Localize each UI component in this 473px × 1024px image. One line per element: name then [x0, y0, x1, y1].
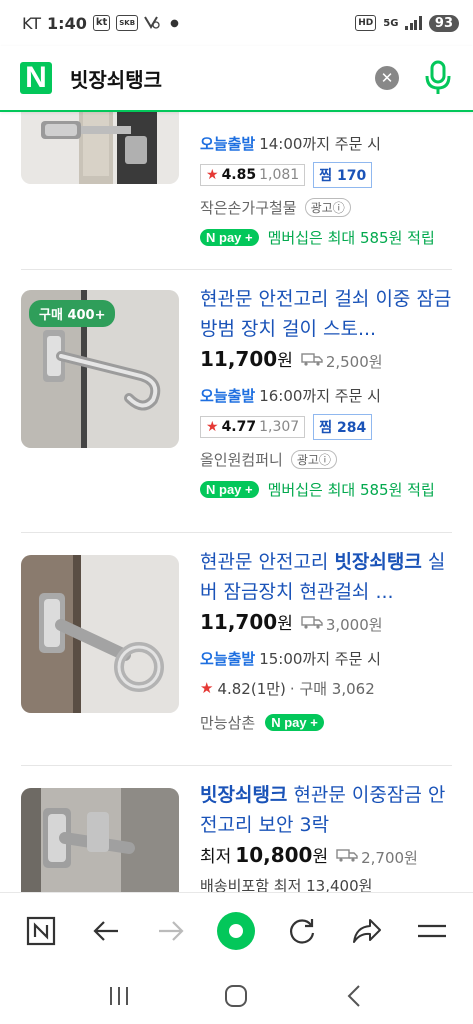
star-icon: ★	[206, 167, 219, 183]
zzim-count[interactable]: 찜 284	[313, 414, 373, 440]
npay-plus-icon: N pay +	[200, 480, 259, 498]
product-image[interactable]	[21, 555, 179, 713]
product-list[interactable]: 오늘출발 14:00까지 주문 시 ★ 4.85 1,081 찜 170 작은손가구철…	[0, 112, 473, 892]
truck-icon	[336, 848, 358, 866]
seller-name[interactable]: 작은손가구철물	[200, 197, 297, 218]
shipping-fee: 2,700원	[336, 847, 418, 868]
voice-search-button[interactable]	[423, 60, 453, 96]
product-image[interactable]	[21, 788, 179, 892]
divider	[21, 765, 452, 766]
truck-icon	[301, 352, 323, 370]
green-dot-icon	[217, 911, 256, 950]
battery-level: 93	[428, 14, 459, 32]
back-nav-icon	[347, 985, 360, 1007]
divider	[21, 532, 452, 533]
rating-badge[interactable]: ★ 4.85 1,081	[200, 164, 306, 186]
green-dot-button[interactable]	[216, 911, 256, 951]
product-title[interactable]: 현관문 안전고리 걸쇠 이중 잠금 방범 장치 걸이 스토...	[200, 284, 462, 344]
home-nav-button[interactable]	[216, 976, 256, 1016]
product-image[interactable]	[21, 112, 179, 184]
refresh-button[interactable]	[282, 911, 322, 951]
purchase-count: · 구매 3,062	[289, 679, 375, 698]
today-ship-label: 오늘출발	[200, 134, 256, 153]
seller-name[interactable]: 올인원컴퍼니	[200, 449, 283, 470]
product-price: 11,700원	[200, 347, 293, 371]
recent-apps-icon	[109, 987, 128, 1005]
today-ship-label: 오늘출발	[200, 386, 256, 405]
network-type: 5G	[383, 17, 399, 29]
shipping-fee: 3,000원	[301, 614, 383, 635]
menu-icon	[418, 924, 447, 937]
npay-plus-icon: N pay +	[200, 228, 259, 246]
forward-icon	[159, 920, 184, 941]
product-price: 최저 10,800원	[200, 843, 329, 867]
skb-app-icon: SKB	[116, 15, 139, 31]
ad-label[interactable]: 광고ⓘ	[290, 449, 337, 469]
close-icon: ✕	[380, 69, 394, 87]
volte-icon	[144, 14, 160, 33]
shipping-fee: 2,500원	[301, 351, 383, 372]
notification-dot-icon: ●	[170, 17, 179, 29]
back-nav-button[interactable]	[334, 976, 374, 1016]
rating-value: 4.77	[221, 419, 257, 435]
carrier-label: KT	[22, 13, 42, 33]
npay-plus-icon: N pay +	[265, 713, 324, 731]
naver-home-button[interactable]	[21, 911, 61, 951]
truck-icon	[301, 615, 323, 633]
clear-search-button[interactable]: ✕	[375, 66, 399, 90]
today-ship-text: 15:00까지 주문 시	[259, 649, 381, 668]
menu-button[interactable]	[412, 911, 452, 951]
rating-text[interactable]: 4.82(1만)	[217, 678, 285, 699]
home-icon	[225, 985, 248, 1007]
recent-apps-button[interactable]	[99, 976, 139, 1016]
star-icon: ★	[206, 419, 219, 435]
naver-home-icon	[26, 916, 55, 945]
seller-name[interactable]: 만능삼촌	[200, 712, 255, 733]
ad-label[interactable]: 광고ⓘ	[304, 197, 351, 217]
review-count: 1,081	[259, 167, 300, 183]
today-ship-text: 16:00까지 주문 시	[259, 386, 381, 405]
share-button[interactable]	[347, 911, 387, 951]
mic-icon	[425, 60, 451, 94]
product-image[interactable]: 구매 400+	[21, 290, 179, 448]
share-icon	[353, 918, 382, 943]
membership-text: 멤버십은 최대 585원 적립	[267, 480, 435, 499]
today-ship-text: 14:00까지 주문 시	[259, 134, 381, 153]
search-header: N 빗장쇠탱크 ✕	[0, 46, 473, 112]
forward-button[interactable]	[151, 911, 191, 951]
price-cut-text: 배송비포함 최저 13,400원	[200, 876, 373, 893]
zzim-count[interactable]: 찜 170	[313, 162, 373, 188]
purchase-badge: 구매 400+	[29, 300, 116, 327]
back-icon	[93, 920, 118, 941]
product-title[interactable]: 현관문 안전고리 빗장쇠탱크 실버 잠금장치 현관걸쇠 ...	[200, 547, 462, 607]
search-query[interactable]: 빗장쇠탱크	[70, 64, 162, 93]
hd-icon: HD	[355, 15, 377, 31]
today-ship-label: 오늘출발	[200, 649, 256, 668]
rating-badge[interactable]: ★ 4.77 1,307	[200, 416, 306, 438]
signal-icon	[405, 16, 422, 30]
kt-app-icon: kt	[92, 15, 111, 31]
refresh-icon	[289, 918, 314, 944]
product-title[interactable]: 빗장쇠탱크 현관문 이중잠금 안전고리 보안 3락	[200, 780, 462, 840]
clock: 1:40	[47, 13, 87, 33]
product-price: 11,700원	[200, 610, 293, 634]
rating-value: 4.85	[221, 167, 257, 183]
star-icon: ★	[200, 679, 214, 697]
review-count: 1,307	[259, 419, 300, 435]
naver-logo[interactable]: N	[20, 61, 52, 94]
browser-toolbar	[0, 892, 473, 968]
back-button[interactable]	[86, 911, 126, 951]
status-bar: KT 1:40 kt SKB ● HD 5G 93	[0, 0, 473, 46]
system-navigation-bar	[0, 968, 473, 1024]
divider	[21, 269, 452, 270]
membership-text: 멤버십은 최대 585원 적립	[267, 228, 435, 247]
